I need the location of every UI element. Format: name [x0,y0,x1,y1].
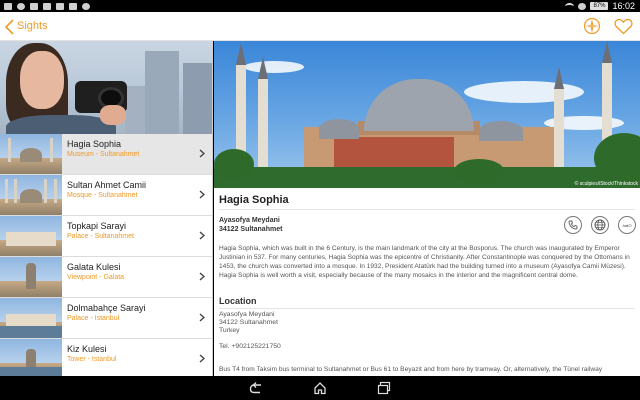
battery-icon: 87% [590,2,609,10]
photo-credit: © sculpies/iStock/Thinkstock [574,181,638,187]
download-notification-icon [43,2,51,10]
chevron-right-icon [199,190,205,199]
address-postal: 34122 Sultanahmet [219,226,283,233]
phone-icon [568,220,578,230]
transport-info: Bus T4 from Taksim bus terminal to Sulta… [219,366,603,373]
sight-category: Tower - Istanbul [67,356,117,363]
chevron-right-icon [199,272,205,281]
phone-number[interactable]: Tel. +902125221750 [219,343,281,350]
hagia-sophia-photo: © sculpies/iStock/Thinkstock [214,41,640,188]
clock: 16:02 [612,1,635,11]
sight-category: Museum - Sultanahmet [67,151,140,158]
divider [219,308,635,309]
location-country: Turkey [219,327,240,334]
list-item[interactable]: Topkapi Sarayi Palace - Sultanahmet [0,216,212,257]
system-indicators: 87% 16:02 [565,1,640,11]
gallery-notification-icon [56,2,64,10]
sync-icon [578,2,587,10]
wifi-icon [565,2,575,10]
compass-icon[interactable] [583,17,601,35]
chevron-right-icon [199,231,205,240]
list-item[interactable]: Galata Kulesi Viewpoint - Galata [0,257,212,298]
home-icon[interactable] [313,381,327,395]
photo-notification-icon [4,2,12,10]
tourist-hero-image [0,41,212,134]
sight-category: Palace - Sultanahmet [67,233,134,240]
sight-category: Viewpoint - Galata [67,274,125,281]
page-title[interactable]: Sights [17,20,48,32]
image-notification-icon [69,2,77,10]
back-chevron-icon[interactable] [4,19,15,35]
bluetooth-notification-icon [17,2,25,10]
navigation-bar [0,376,640,400]
sight-thumbnail [0,257,62,297]
website-button[interactable] [591,216,609,234]
sight-category: Palace - Istanbul [67,315,120,322]
list-item[interactable]: Kiz Kulesi Tower - Istanbul [0,339,212,376]
list-item[interactable]: Hagia Sophia Museum - Sultanahmet [0,134,212,175]
android-notification-icon [82,2,90,10]
status-bar: 87% 16:02 [0,0,640,12]
location-heading: Location [219,296,257,306]
translate-button[interactable]: A⇄Ö [618,216,636,234]
list-item[interactable]: Dolmabahçe Sarayi Palace - Istanbul [0,298,212,339]
chevron-right-icon [199,313,205,322]
location-street: Ayasofya Meydani [219,311,275,318]
sight-name: Kiz Kulesi [67,344,107,354]
sight-detail-panel: © sculpies/iStock/Thinkstock Hagia Sophi… [214,41,640,376]
sight-name: Topkapi Sarayi [67,221,127,231]
sight-name: Sultan Ahmet Camii [67,180,147,190]
back-icon[interactable] [249,381,263,395]
sight-thumbnail [0,134,62,174]
sight-title: Hagia Sophia [219,194,289,206]
address-street: Ayasofya Meydani [219,217,280,224]
chevron-right-icon [199,149,205,158]
sight-thumbnail [0,298,62,338]
sights-list: Hagia Sophia Museum - Sultanahmet Sultan… [0,134,212,376]
sight-description: Hagia Sophia, which was built in the 6 C… [219,245,630,280]
sight-thumbnail [0,339,62,376]
divider [219,209,635,210]
chevron-right-icon [199,354,205,363]
sight-name: Galata Kulesi [67,262,121,272]
list-item[interactable]: Sultan Ahmet Camii Mosque - Sultanahmet [0,175,212,216]
recent-apps-icon[interactable] [377,381,391,395]
sight-name: Dolmabahçe Sarayi [67,303,146,313]
sight-thumbnail [0,175,62,215]
notification-icons [0,2,90,10]
sight-thumbnail [0,216,62,256]
sight-category: Mosque - Sultanahmet [67,192,138,199]
sights-panel: Hagia Sophia Museum - Sultanahmet Sultan… [0,41,213,376]
translate-icon: A⇄Ö [622,222,632,228]
call-button[interactable] [564,216,582,234]
heart-icon[interactable] [614,18,633,35]
location-postal: 34122 Sultanahmet [219,319,278,326]
globe-icon [594,219,606,231]
sight-name: Hagia Sophia [67,139,122,149]
mail-notification-icon [30,2,38,10]
app-bar: Sights [0,12,640,41]
